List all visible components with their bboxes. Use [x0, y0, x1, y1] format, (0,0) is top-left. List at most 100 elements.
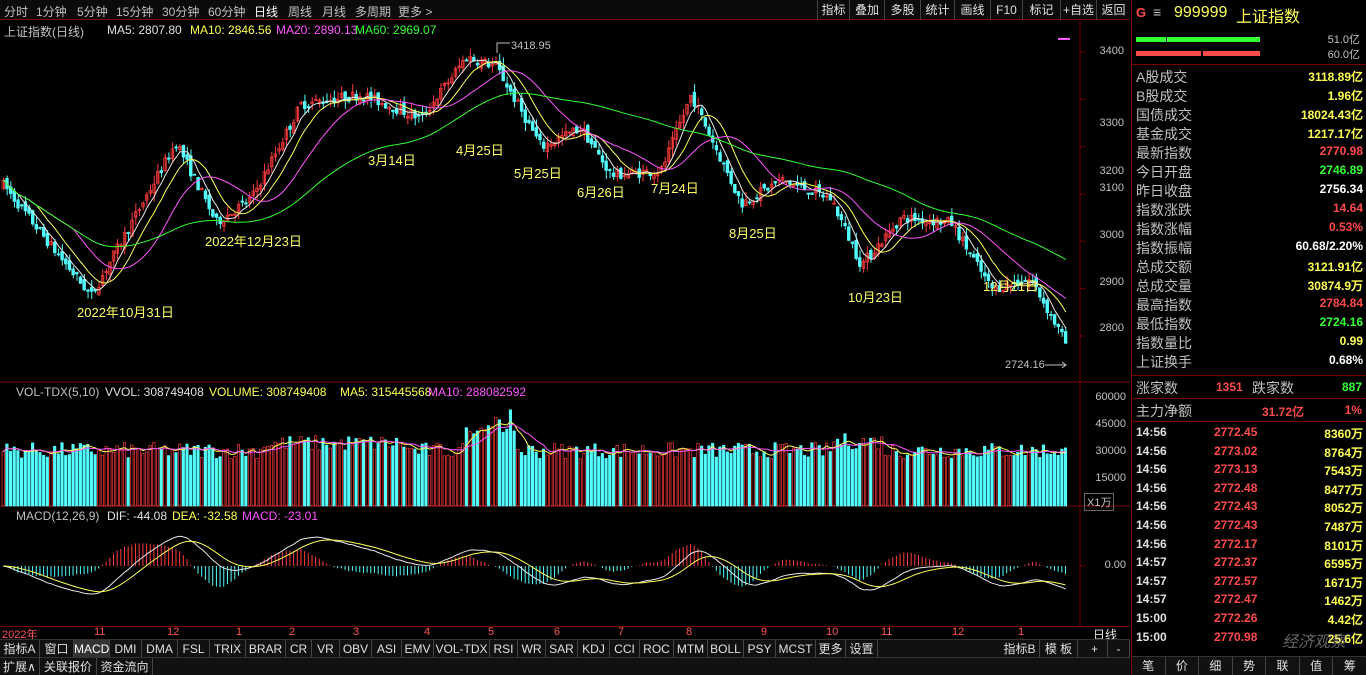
quote-row-value: 0.53% [1328, 220, 1363, 234]
indicator-tab[interactable]: BOLL [708, 640, 744, 658]
indicator-tab[interactable]: OBV [340, 640, 372, 658]
indicator-tab[interactable]: KDJ [578, 640, 610, 658]
indicator-tab[interactable]: 窗口 [40, 640, 74, 658]
indicator-button[interactable]: 指标 [817, 0, 849, 20]
period-multi[interactable]: 多周期 [355, 3, 391, 20]
indicator-tab[interactable]: VR [312, 640, 340, 658]
vol-bar [332, 441, 336, 507]
indicator-tab-right[interactable]: 指标B [1000, 640, 1040, 658]
vol-bar [523, 455, 527, 507]
detail-tab[interactable]: 细 [1199, 657, 1233, 675]
period-1min[interactable]: 1分钟 [36, 3, 67, 20]
indicator-tab[interactable]: FSL [178, 640, 210, 658]
candle-body [850, 241, 855, 245]
tick-row: 14:56 2772.45 8360万 [1132, 423, 1366, 442]
period-60min[interactable]: 60分钟 [208, 3, 245, 20]
macd-chart[interactable] [0, 508, 1130, 626]
indicator-tab[interactable]: MCST [776, 640, 816, 658]
volume-chart[interactable] [0, 383, 1130, 507]
vol-bar [593, 443, 597, 507]
indicator-tab[interactable]: PSY [744, 640, 776, 658]
multi-stock-button[interactable]: 多股 [884, 0, 920, 20]
vol-bar [762, 451, 766, 507]
vol-bar [725, 451, 729, 507]
vol-bar [975, 456, 979, 507]
draw-line-button[interactable]: 画线 [954, 0, 990, 20]
detail-tab[interactable]: 笔 [1132, 657, 1166, 675]
candle-body [64, 258, 68, 265]
kline-chart[interactable] [0, 21, 1130, 383]
detail-tab[interactable]: 势 [1233, 657, 1267, 675]
indicator-tab[interactable]: ROC [640, 640, 674, 658]
indicator-tab[interactable]: ASI [372, 640, 402, 658]
candle-body [839, 214, 844, 221]
period-more[interactable]: 更多 > [398, 3, 432, 20]
tick-time: 14:57 [1136, 573, 1167, 588]
vol-bar [288, 436, 292, 507]
tick-volume: 4.42亿 [1327, 613, 1363, 627]
vol-bar [67, 454, 71, 507]
candle-body [12, 190, 17, 202]
quote-row-label: 总成交量 [1136, 278, 1192, 294]
indicator-tab[interactable]: DMI [110, 640, 142, 658]
vol-bar [950, 457, 954, 507]
mark-button[interactable]: 标记 [1022, 0, 1060, 20]
period-5min[interactable]: 5分钟 [77, 3, 108, 20]
period-daily[interactable]: 日线 [254, 3, 278, 20]
vol-bar [12, 446, 16, 507]
overlay-button[interactable]: 叠加 [849, 0, 884, 20]
tick-price: 2772.48 [1214, 480, 1258, 495]
candle-body [464, 59, 469, 62]
detail-tab[interactable]: 值 [1300, 657, 1334, 675]
detail-tab[interactable]: 价 [1166, 657, 1200, 675]
indicator-tab[interactable]: 指标A [0, 640, 40, 658]
add-watchlist-button[interactable]: +自选 [1060, 0, 1096, 20]
f10-button[interactable]: F10 [990, 0, 1022, 20]
capital-flow-tab[interactable]: 资金流向 [97, 658, 153, 675]
indicator-tab[interactable]: DMA [142, 640, 178, 658]
vol-bar [244, 455, 248, 507]
vol-bar [1019, 444, 1023, 507]
indicator-tab[interactable]: MTM [674, 640, 708, 658]
quote-row-label: 最低指数 [1136, 316, 1192, 332]
candle-body [185, 154, 189, 160]
period-intraday[interactable]: 分时 [4, 3, 28, 20]
indicator-tab[interactable]: TRIX [210, 640, 246, 658]
menu-icon[interactable]: ≡ [1153, 4, 1161, 20]
candle-body [968, 252, 972, 255]
related-quote-tab[interactable]: 关联报价 [40, 658, 97, 675]
period-30min[interactable]: 30分钟 [162, 3, 199, 20]
down-count-value: 887 [1341, 380, 1362, 394]
vol-bar [196, 444, 200, 507]
vol-bar [968, 451, 972, 507]
expand-tab[interactable]: 扩展∧ [0, 658, 40, 675]
indicator-tab[interactable]: VOL-TDX [434, 640, 490, 658]
tick-time: 14:57 [1136, 592, 1167, 607]
tick-time: 15:00 [1136, 629, 1167, 644]
indicator-tab-right[interactable]: + [1082, 640, 1108, 658]
detail-tab[interactable]: 联 [1266, 657, 1300, 675]
indicator-tab-right[interactable]: - [1108, 640, 1130, 658]
x-label: 2 [289, 626, 296, 638]
period-15min[interactable]: 15分钟 [116, 3, 153, 20]
indicator-tab[interactable]: RSI [490, 640, 518, 658]
indicator-tab[interactable]: EMV [402, 640, 434, 658]
period-monthly[interactable]: 月线 [322, 3, 346, 20]
x-label: 5 [488, 626, 495, 638]
indicator-tab[interactable]: 设置 [846, 640, 878, 658]
back-button[interactable]: 返回 [1096, 0, 1130, 20]
period-weekly[interactable]: 周线 [288, 3, 312, 20]
detail-tab[interactable]: 筹 [1333, 657, 1366, 675]
quote-row-label: B股成交 [1136, 88, 1188, 104]
indicator-tab[interactable]: MACD [74, 640, 110, 658]
indicator-tab-right[interactable]: 模 板 [1040, 640, 1078, 658]
stats-button[interactable]: 统计 [920, 0, 954, 20]
indicator-tab[interactable]: 更多 [816, 640, 846, 658]
indicator-tab[interactable]: BRAR [246, 640, 286, 658]
indicator-tab[interactable]: WR [518, 640, 546, 658]
vol-bar [464, 427, 468, 507]
indicator-tab[interactable]: CCI [610, 640, 640, 658]
vol-y-tick: 15000 [1095, 472, 1126, 484]
indicator-tab[interactable]: SAR [546, 640, 578, 658]
indicator-tab[interactable]: CR [286, 640, 312, 658]
